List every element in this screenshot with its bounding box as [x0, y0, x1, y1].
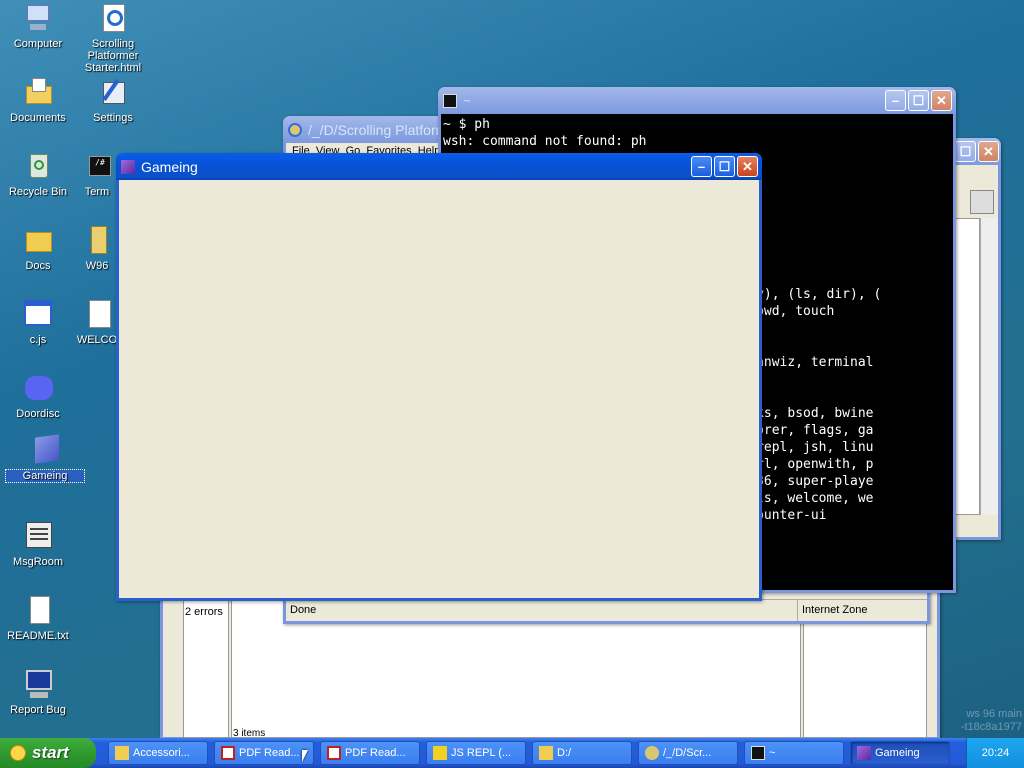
folder-icon	[539, 746, 553, 760]
maximize-button[interactable]: ☐	[908, 90, 929, 111]
settings-icon	[97, 76, 129, 108]
gameing-content[interactable]	[119, 180, 759, 598]
minimize-button[interactable]: –	[691, 156, 712, 177]
taskbar-button-explorer[interactable]: /_/D/Scr...	[638, 741, 738, 765]
taskbar-button-terminal[interactable]: ~	[744, 741, 844, 765]
desktop-icon-welcome[interactable]: WELCO	[75, 298, 119, 346]
gameing-icon	[29, 434, 61, 466]
terminal-line: ~ $ ph	[443, 117, 490, 132]
computer-icon	[22, 2, 54, 34]
desktop-icon-cjs[interactable]: c.js	[0, 298, 76, 346]
build-watermark: ws 96 main -t18c8a1977	[960, 708, 1022, 733]
pdf-icon	[327, 746, 341, 760]
desktop-icon-terminal[interactable]: /# Term	[75, 150, 119, 198]
close-button[interactable]: ✕	[737, 156, 758, 177]
js-icon	[433, 746, 447, 760]
js-file-icon	[22, 298, 54, 330]
welcome-icon	[81, 298, 113, 330]
desktop-icon-w96[interactable]: W96	[75, 224, 119, 272]
ie-icon	[288, 122, 302, 137]
terminal-icon	[751, 746, 765, 760]
desktop-icon-recycle-bin[interactable]: Recycle Bin	[0, 150, 76, 198]
report-bug-icon	[22, 668, 54, 700]
terminal-icon: /#	[81, 150, 113, 182]
desktop-icon-scrolling-platformer[interactable]: Scrolling Platformer Starter.html	[75, 2, 151, 74]
terminal-line: wsh: command not found: ph	[443, 134, 647, 149]
taskbar-button-accessories[interactable]: Accessori...	[108, 741, 208, 765]
discord-icon	[22, 372, 54, 404]
mouse-cursor-icon	[302, 750, 308, 762]
maximize-button[interactable]: ☐	[714, 156, 735, 177]
taskbar-button-pdf-reader-1[interactable]: PDF Read...	[214, 741, 314, 765]
text-file-icon	[22, 594, 54, 626]
taskbar-button-gameing[interactable]: Gameing	[850, 741, 950, 765]
taskbar: start Accessori... PDF Read... PDF Read.…	[0, 738, 1024, 768]
toolbar-button[interactable]	[970, 190, 994, 214]
desktop-icon-doordisc[interactable]: Doordisc	[0, 372, 76, 420]
ie-icon	[97, 2, 129, 34]
folder-icon	[115, 746, 129, 760]
terminal-icon	[443, 93, 457, 108]
terminal-titlebar[interactable]: ~ – ☐ ✕	[438, 87, 956, 114]
desktop-icon-report-bug[interactable]: Report Bug	[0, 668, 76, 716]
terminal-title: ~	[463, 93, 471, 108]
desktop-icon-readme[interactable]: README.txt	[0, 594, 76, 642]
desktop-icon-gameing[interactable]: Gameing	[5, 434, 85, 483]
taskbar-button-pdf-reader-2[interactable]: PDF Read...	[320, 741, 420, 765]
folder-icon	[22, 224, 54, 256]
gameing-icon	[857, 746, 871, 760]
error-count-status: 2 errors	[185, 606, 223, 618]
zip-icon	[81, 224, 113, 256]
status-text: Done	[290, 604, 317, 616]
scrollbar[interactable]	[980, 218, 998, 515]
maximize-button[interactable]: ☐	[955, 141, 976, 162]
desktop-icon-msgroom[interactable]: MsgRoom	[0, 520, 76, 568]
msgroom-icon	[22, 520, 54, 552]
zone-text: Internet Zone	[797, 600, 927, 621]
ie-icon	[645, 746, 659, 760]
gameing-window: Gameing – ☐ ✕	[116, 153, 762, 601]
taskbar-button-js-repl[interactable]: JS REPL (...	[426, 741, 526, 765]
documents-icon	[22, 76, 54, 108]
explorer-statusbar: Done Internet Zone	[286, 599, 927, 621]
pdf-icon	[221, 746, 235, 760]
windows-logo-icon	[10, 745, 26, 761]
taskbar-button-d-drive[interactable]: D:/	[532, 741, 632, 765]
gameing-titlebar[interactable]: Gameing – ☐ ✕	[116, 153, 762, 180]
desktop-icon-docs[interactable]: Docs	[0, 224, 76, 272]
start-button[interactable]: start	[0, 738, 96, 768]
desktop-icon-documents[interactable]: Documents	[0, 76, 76, 124]
recycle-bin-icon	[22, 150, 54, 182]
close-button[interactable]: ✕	[978, 141, 999, 162]
gameing-title: Gameing	[141, 158, 198, 175]
close-button[interactable]: ✕	[931, 90, 952, 111]
gameing-icon	[121, 159, 135, 174]
desktop-icon-settings[interactable]: Settings	[75, 76, 151, 124]
clock[interactable]: 20:24	[982, 747, 1010, 759]
system-tray: 20:24	[966, 738, 1024, 768]
desktop-icon-computer[interactable]: Computer	[0, 2, 76, 50]
minimize-button[interactable]: –	[885, 90, 906, 111]
